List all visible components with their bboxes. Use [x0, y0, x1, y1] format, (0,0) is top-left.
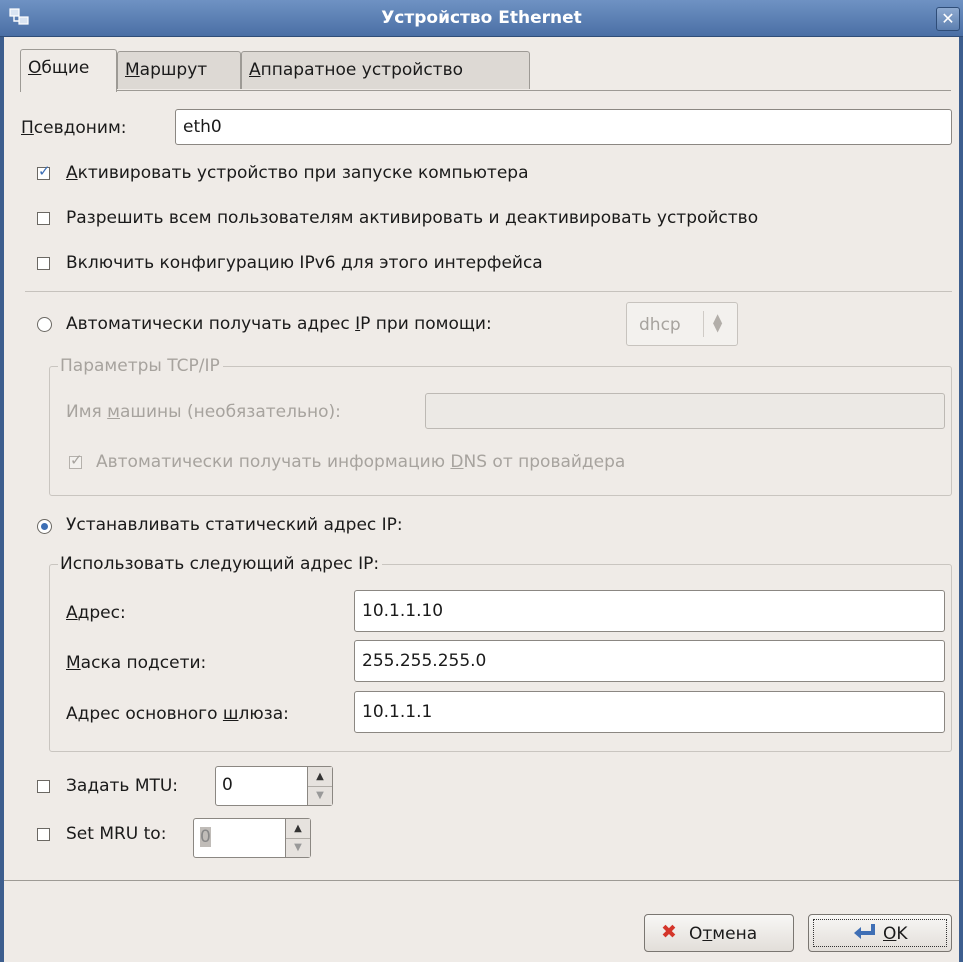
close-button[interactable]: ✕ — [936, 7, 960, 31]
tab-hardware-key: А — [249, 60, 261, 80]
radio-dot — [41, 523, 48, 530]
window-title: Устройство Ethernet — [381, 8, 582, 28]
tab-route-key: М — [125, 60, 140, 80]
enable-ipv6-checkbox[interactable] — [37, 257, 50, 270]
spin-up-arrow-icon[interactable]: ▲ — [308, 767, 332, 787]
enter-arrow-icon — [854, 924, 875, 939]
mtu-value: 0 — [222, 775, 233, 795]
gateway-label: Адрес основного шлюза: — [66, 704, 289, 724]
mru-label: Set MRU to: — [66, 824, 167, 844]
spin-down-arrow-icon[interactable]: ▼ — [308, 786, 332, 805]
activate-on-boot-checkbox[interactable]: ✓ — [37, 162, 51, 180]
static-ip-legend: Использовать следующий адрес IP: — [58, 554, 383, 574]
bottom-separator — [4, 880, 959, 881]
title-bar: Устройство Ethernet ✕ — [0, 0, 963, 37]
mtu-label: Задать MTU: — [66, 776, 179, 796]
address-label: Адрес: — [66, 603, 126, 623]
auto-ip-radio[interactable] — [37, 317, 52, 332]
check-mark-icon: ✓ — [70, 451, 83, 469]
tab-route-label: аршрут — [139, 60, 208, 80]
tcpip-frame — [49, 366, 952, 496]
up-down-arrows-icon: ▲ ▼ — [713, 311, 723, 334]
mru-checkbox[interactable] — [37, 828, 50, 841]
auto-ip-label: Автоматически получать адрес IP при помо… — [66, 314, 492, 334]
separator — [25, 291, 952, 292]
auto-dns-label: Автоматически получать информацию DNS от… — [96, 452, 626, 472]
mtu-spin-buttons: ▲ ▼ — [307, 767, 332, 805]
check-mark-icon: ✓ — [38, 162, 51, 180]
hostname-input[interactable] — [425, 393, 945, 429]
spin-down-arrow-icon[interactable]: ▼ — [286, 838, 310, 857]
tcpip-legend: Параметры TCP/IP — [58, 356, 223, 376]
cancel-button[interactable]: ✖ Отмена — [644, 914, 794, 952]
combo-divider — [703, 311, 704, 337]
auto-dns-checkbox[interactable]: ✓ — [69, 451, 83, 469]
ip-method-select[interactable]: dhcp ▲ ▼ — [626, 302, 738, 346]
ok-button[interactable]: OK — [808, 914, 952, 952]
activate-on-boot-label: Активировать устройство при запуске комп… — [66, 163, 529, 183]
tab-panel-border — [20, 90, 951, 91]
mru-spinner[interactable]: 0 ▲ ▼ — [193, 818, 311, 858]
gateway-input[interactable]: 10.1.1.1 — [354, 691, 945, 733]
netmask-label: Маска подсети: — [66, 653, 207, 673]
tab-general-label: бщие — [41, 58, 90, 78]
focus-ring — [813, 919, 947, 947]
static-ip-label: Устанавливать статический адрес IP: — [66, 515, 403, 535]
allow-users-label: Разрешить всем пользователям активироват… — [66, 208, 759, 228]
allow-users-checkbox[interactable] — [37, 212, 50, 225]
mtu-spinner[interactable]: 0 ▲ ▼ — [215, 766, 333, 806]
netmask-input[interactable]: 255.255.255.0 — [354, 640, 945, 682]
alias-label: Псевдоним: — [21, 118, 127, 138]
tab-hardware-device[interactable]: Аппаратное устройство — [241, 51, 530, 89]
cross-icon: ✖ — [661, 921, 677, 943]
mtu-checkbox[interactable] — [37, 780, 50, 793]
ethernet-device-dialog: Устройство Ethernet ✕ Общие Маршрут Аппа… — [0, 0, 963, 962]
close-icon: ✕ — [941, 9, 955, 28]
mru-value: 0 — [200, 827, 211, 847]
tab-general-key: О — [28, 58, 42, 78]
cancel-label: Отмена — [689, 924, 758, 944]
ok-label: OK — [883, 924, 908, 944]
ip-method-value: dhcp — [639, 315, 681, 335]
hostname-label: Имя машины (необязательно): — [66, 402, 341, 422]
address-input[interactable]: 10.1.1.10 — [354, 590, 945, 632]
mru-spin-buttons: ▲ ▼ — [285, 819, 310, 857]
enable-ipv6-label: Включить конфигурацию IPv6 для этого инт… — [66, 253, 543, 273]
tab-hardware-label: ппаратное устройство — [260, 60, 463, 80]
spin-up-arrow-icon[interactable]: ▲ — [286, 819, 310, 839]
alias-input[interactable]: eth0 — [175, 109, 952, 145]
static-ip-radio[interactable] — [37, 519, 52, 534]
tab-route[interactable]: Маршрут — [117, 51, 241, 89]
tab-general[interactable]: Общие — [20, 49, 117, 92]
